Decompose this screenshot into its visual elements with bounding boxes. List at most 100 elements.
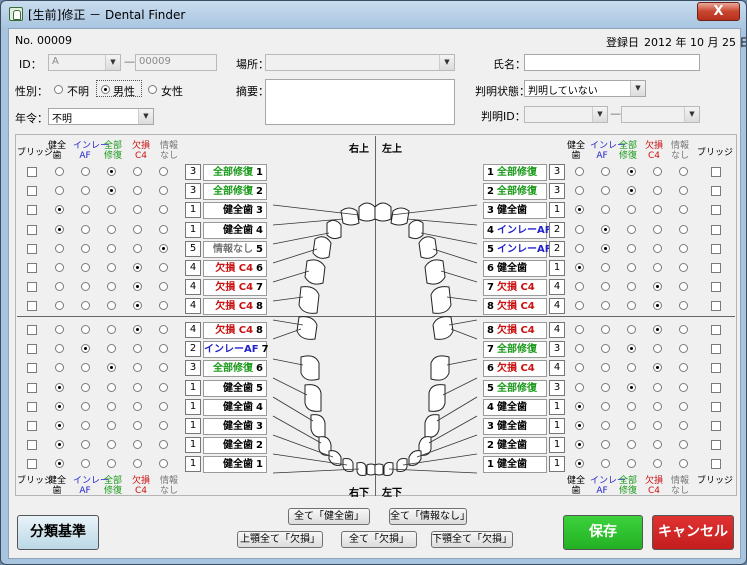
status-radio-missing[interactable]: [133, 224, 142, 234]
tooth-value-field[interactable]: 1: [549, 398, 565, 415]
id-number-field[interactable]: 00009: [135, 54, 217, 71]
tooth-value-field[interactable]: 1: [549, 456, 565, 473]
status-radio-healthy[interactable]: [575, 325, 584, 334]
judge-id-select-2[interactable]: ▼: [621, 106, 700, 123]
status-radio-full[interactable]: [107, 382, 116, 392]
status-radio-inlay[interactable]: [601, 243, 610, 253]
status-radio-inlay[interactable]: [601, 224, 610, 234]
bridge-checkbox[interactable]: [711, 224, 721, 235]
status-radio-inlay[interactable]: [601, 421, 610, 430]
status-radio-noinfo[interactable]: [159, 167, 168, 176]
status-radio-healthy[interactable]: [575, 401, 584, 411]
bridge-checkbox[interactable]: [711, 243, 721, 254]
bridge-checkbox[interactable]: [711, 205, 721, 216]
status-radio-full[interactable]: [107, 263, 116, 272]
status-radio-noinfo[interactable]: [159, 263, 168, 272]
status-radio-healthy[interactable]: [575, 167, 584, 176]
tooth-value-field[interactable]: 4: [549, 360, 565, 377]
bridge-checkbox[interactable]: [27, 205, 37, 216]
bridge-checkbox[interactable]: [711, 459, 721, 470]
tooth-value-field[interactable]: 1: [185, 418, 201, 434]
tooth-value-field[interactable]: 2: [549, 221, 565, 238]
classification-button[interactable]: 分類基準: [17, 515, 99, 550]
bridge-checkbox[interactable]: [27, 401, 37, 412]
status-radio-missing[interactable]: [133, 401, 142, 411]
status-radio-inlay[interactable]: [81, 243, 90, 253]
all-noinfo-button[interactable]: 全て「情報なし」: [389, 508, 470, 525]
save-button[interactable]: 保存: [563, 515, 643, 550]
tooth-value-field[interactable]: 1: [549, 437, 565, 454]
status-radio-inlay[interactable]: [81, 401, 90, 411]
name-field[interactable]: [524, 54, 700, 71]
bridge-checkbox[interactable]: [711, 440, 721, 451]
tooth-value-field[interactable]: 3: [185, 360, 201, 377]
bridge-checkbox[interactable]: [27, 344, 37, 355]
bridge-checkbox[interactable]: [711, 282, 721, 293]
tooth-value-field[interactable]: 1: [185, 379, 201, 396]
status-radio-missing[interactable]: [653, 224, 662, 234]
bridge-checkbox[interactable]: [711, 301, 721, 312]
tooth-value-field[interactable]: 4: [549, 322, 565, 338]
tooth-value-field[interactable]: 1: [185, 202, 201, 219]
status-radio-inlay[interactable]: [601, 325, 610, 334]
status-radio-missing[interactable]: [653, 325, 662, 334]
bridge-checkbox[interactable]: [27, 186, 37, 197]
status-radio-healthy[interactable]: [575, 224, 584, 234]
status-radio-full[interactable]: [627, 263, 636, 272]
status-radio-noinfo[interactable]: [159, 325, 168, 334]
status-radio-missing[interactable]: [133, 167, 142, 176]
bridge-checkbox[interactable]: [27, 243, 37, 254]
bridge-checkbox[interactable]: [27, 167, 37, 177]
status-radio-healthy[interactable]: [55, 243, 64, 253]
status-radio-full[interactable]: [627, 325, 636, 334]
status-radio-healthy[interactable]: [55, 382, 64, 392]
status-radio-full[interactable]: [107, 224, 116, 234]
status-radio-full[interactable]: [627, 224, 636, 234]
upper-all-missing-button[interactable]: 上顎全て「欠損」: [237, 531, 323, 548]
status-radio-missing[interactable]: [653, 263, 662, 272]
tooth-value-field[interactable]: 1: [549, 418, 565, 434]
status-radio-full[interactable]: [627, 243, 636, 253]
tooth-value-field[interactable]: 4: [549, 298, 565, 315]
status-radio-full[interactable]: [107, 243, 116, 253]
sex-unknown-radio[interactable]: [54, 85, 63, 94]
tooth-value-field[interactable]: 1: [185, 221, 201, 238]
tooth-value-field[interactable]: 3: [549, 379, 565, 396]
bridge-checkbox[interactable]: [27, 421, 37, 431]
all-missing-button[interactable]: 全て「欠損」: [341, 531, 417, 548]
bridge-checkbox[interactable]: [711, 325, 721, 335]
status-radio-healthy[interactable]: [575, 382, 584, 392]
status-radio-noinfo[interactable]: [159, 382, 168, 392]
status-radio-full[interactable]: [627, 167, 636, 176]
status-radio-full[interactable]: [627, 382, 636, 392]
status-radio-noinfo[interactable]: [159, 421, 168, 430]
tooth-value-field[interactable]: 3: [185, 164, 201, 180]
status-radio-missing[interactable]: [653, 167, 662, 176]
status-radio-full[interactable]: [627, 401, 636, 411]
status-radio-full[interactable]: [627, 421, 636, 430]
bridge-checkbox[interactable]: [711, 263, 721, 273]
status-radio-healthy[interactable]: [55, 167, 64, 176]
status-radio-healthy[interactable]: [55, 401, 64, 411]
bridge-checkbox[interactable]: [27, 301, 37, 312]
status-select[interactable]: 判明していない ▼: [524, 80, 646, 97]
status-radio-inlay[interactable]: [601, 401, 610, 411]
tooth-value-field[interactable]: 4: [549, 279, 565, 296]
close-button[interactable]: X: [697, 2, 740, 21]
status-radio-missing[interactable]: [653, 243, 662, 253]
bridge-checkbox[interactable]: [27, 440, 37, 451]
tooth-value-field[interactable]: 1: [185, 437, 201, 454]
status-radio-inlay[interactable]: [601, 167, 610, 176]
place-select[interactable]: ▼: [265, 54, 455, 71]
status-radio-healthy[interactable]: [55, 325, 64, 334]
tooth-value-field[interactable]: 4: [185, 279, 201, 296]
status-radio-missing[interactable]: [653, 382, 662, 392]
bridge-checkbox[interactable]: [711, 167, 721, 177]
status-radio-noinfo[interactable]: [159, 401, 168, 411]
status-radio-noinfo[interactable]: [679, 224, 688, 234]
status-radio-inlay[interactable]: [81, 382, 90, 392]
status-radio-inlay[interactable]: [81, 224, 90, 234]
bridge-checkbox[interactable]: [27, 382, 37, 393]
status-radio-missing[interactable]: [133, 243, 142, 253]
status-radio-inlay[interactable]: [81, 421, 90, 430]
